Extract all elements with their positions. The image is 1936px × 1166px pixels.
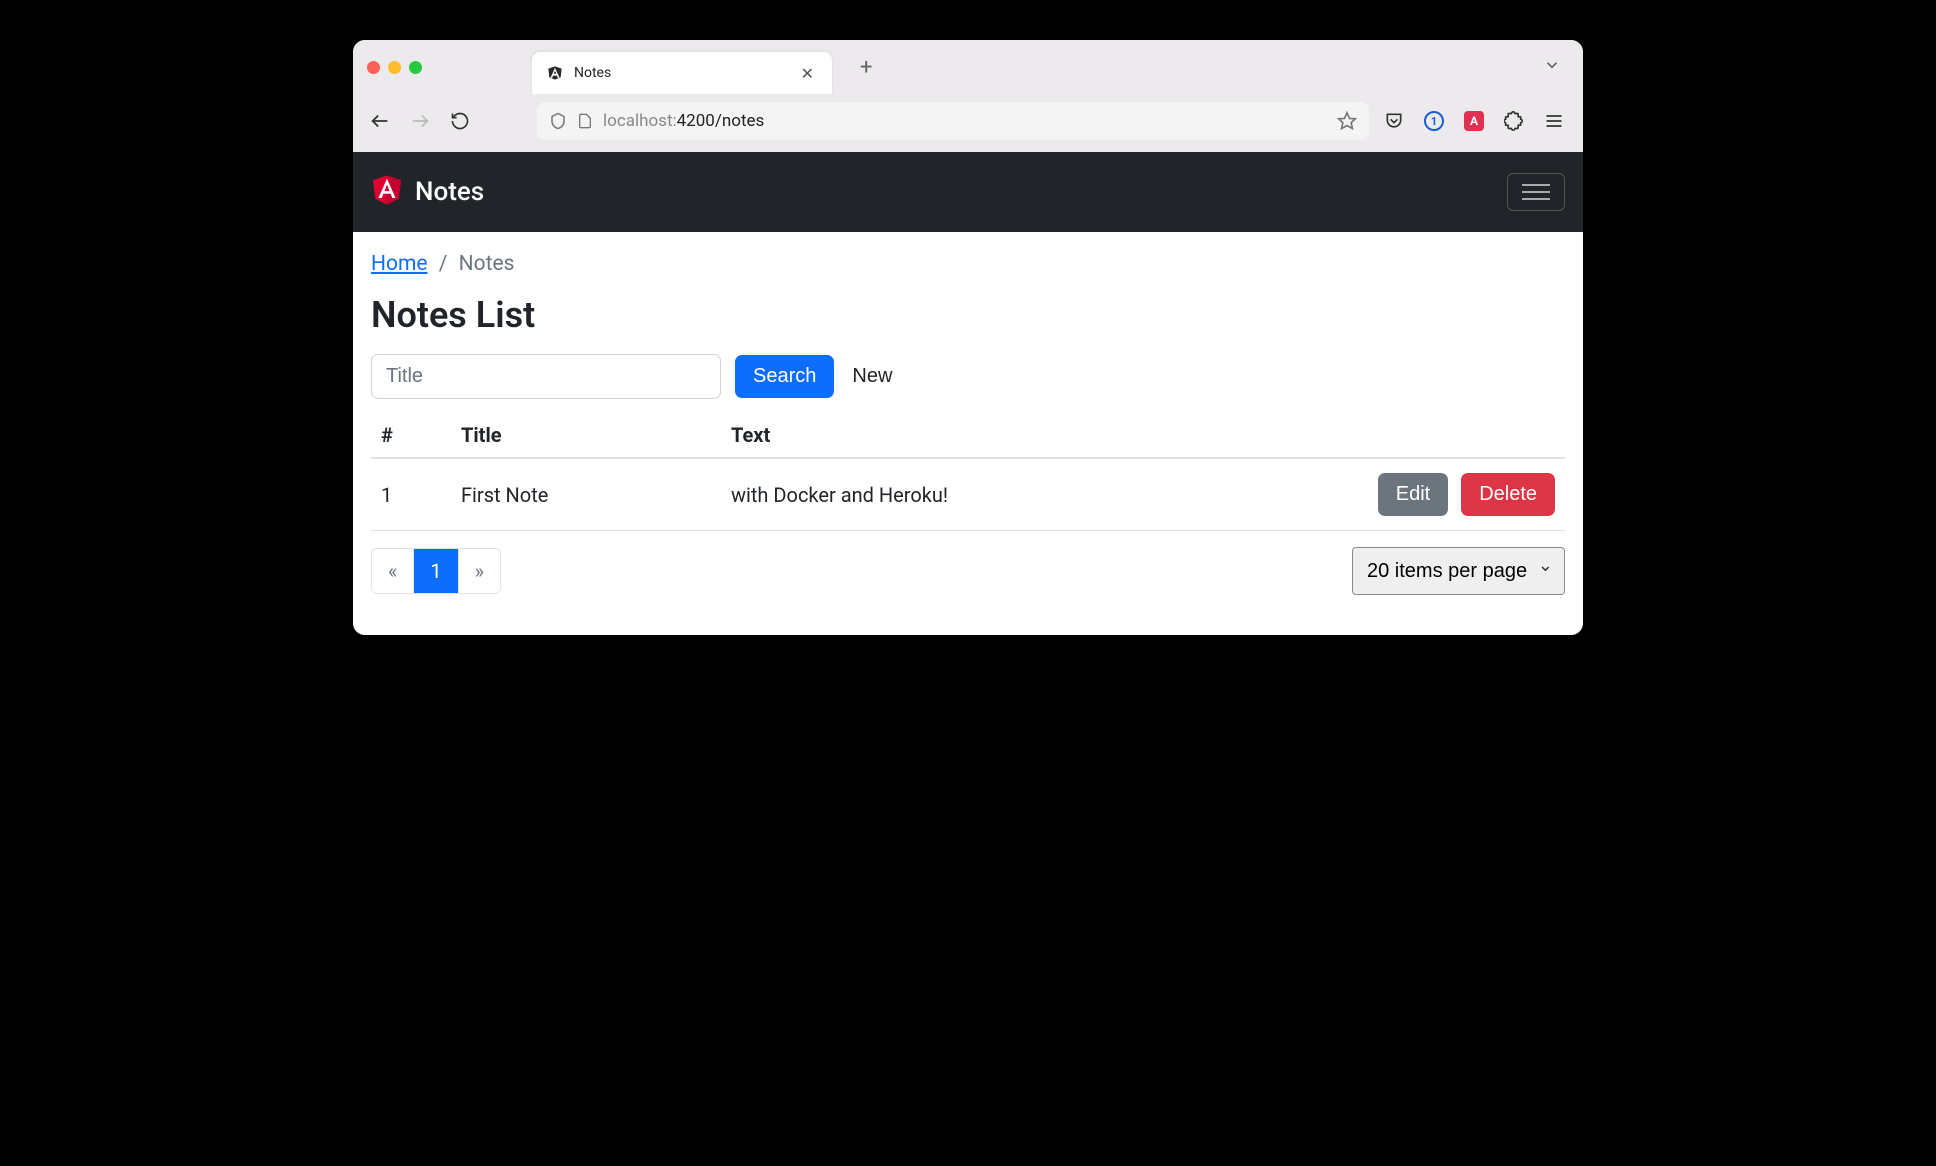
cell-id: 1 xyxy=(371,458,451,531)
brand-text: Notes xyxy=(415,177,484,207)
brand[interactable]: Notes xyxy=(371,173,484,211)
url-host-muted: localhost: xyxy=(603,111,677,131)
angular-logo-icon xyxy=(371,173,403,211)
browser-tab[interactable]: Notes ✕ xyxy=(532,52,832,94)
breadcrumb-current: Notes xyxy=(459,252,515,276)
tabs-menu-icon[interactable] xyxy=(1535,52,1569,82)
table-footer: « 1 » 20 items per page xyxy=(371,547,1565,595)
window-maximize-button[interactable] xyxy=(409,61,422,74)
page-title: Notes List xyxy=(371,294,1565,336)
title-search-input[interactable] xyxy=(371,354,721,399)
search-button[interactable]: Search xyxy=(735,355,834,398)
breadcrumb-home-link[interactable]: Home xyxy=(371,252,428,276)
table-row: 1 First Note with Docker and Heroku! Edi… xyxy=(371,458,1565,531)
traffic-lights xyxy=(367,61,422,74)
window-minimize-button[interactable] xyxy=(388,61,401,74)
reload-button[interactable] xyxy=(447,108,473,134)
page-size-select-wrap: 20 items per page xyxy=(1352,547,1565,595)
page-size-select[interactable]: 20 items per page xyxy=(1352,547,1565,595)
navbar-toggle-button[interactable] xyxy=(1507,173,1565,211)
page-next[interactable]: » xyxy=(459,549,500,593)
pocket-icon[interactable] xyxy=(1383,110,1405,132)
app-menu-icon[interactable] xyxy=(1543,110,1565,132)
url-field[interactable]: localhost:4200/notes xyxy=(537,102,1369,140)
page-prev[interactable]: « xyxy=(372,549,414,593)
forward-button[interactable] xyxy=(407,108,433,134)
bookmark-star-icon[interactable] xyxy=(1337,111,1357,131)
app-navbar: Notes xyxy=(353,152,1583,232)
url-text: localhost:4200/notes xyxy=(603,111,1327,131)
browser-window: Notes ✕ + xyxy=(353,40,1583,635)
page-1[interactable]: 1 xyxy=(414,549,458,593)
cell-title: First Note xyxy=(451,458,721,531)
new-tab-button[interactable]: + xyxy=(852,51,880,84)
new-button[interactable]: New xyxy=(848,355,896,398)
page-content: Home / Notes Notes List Search New # Tit… xyxy=(353,232,1583,635)
onepassword-icon[interactable]: 1 xyxy=(1423,110,1445,132)
col-header-title: Title xyxy=(451,413,721,458)
breadcrumb: Home / Notes xyxy=(371,252,1565,276)
tab-title: Notes xyxy=(574,65,787,81)
notes-table: # Title Text 1 First Note with Docker an… xyxy=(371,413,1565,531)
edit-button[interactable]: Edit xyxy=(1378,473,1448,516)
tab-close-icon[interactable]: ✕ xyxy=(797,64,818,83)
tab-bar: Notes ✕ + xyxy=(353,40,1583,94)
angular-favicon-icon xyxy=(546,64,564,82)
toolbar-icons: 1 A xyxy=(1383,110,1569,132)
window-close-button[interactable] xyxy=(367,61,380,74)
browser-chrome: Notes ✕ + xyxy=(353,40,1583,152)
page-info-icon[interactable] xyxy=(577,113,593,129)
search-row: Search New xyxy=(371,354,1565,399)
extensions-icon[interactable] xyxy=(1503,110,1525,132)
col-header-text: Text xyxy=(721,413,1173,458)
shield-icon[interactable] xyxy=(549,112,567,130)
cell-actions: Edit Delete xyxy=(1173,458,1565,531)
breadcrumb-separator: / xyxy=(439,252,448,276)
delete-button[interactable]: Delete xyxy=(1461,473,1555,516)
url-bar: localhost:4200/notes 1 A xyxy=(353,94,1583,152)
pagination: « 1 » xyxy=(371,548,501,594)
angular-extension-icon[interactable]: A xyxy=(1463,110,1485,132)
back-button[interactable] xyxy=(367,108,393,134)
url-path: 4200/notes xyxy=(677,111,765,131)
col-header-id: # xyxy=(371,413,451,458)
cell-text: with Docker and Heroku! xyxy=(721,458,1173,531)
